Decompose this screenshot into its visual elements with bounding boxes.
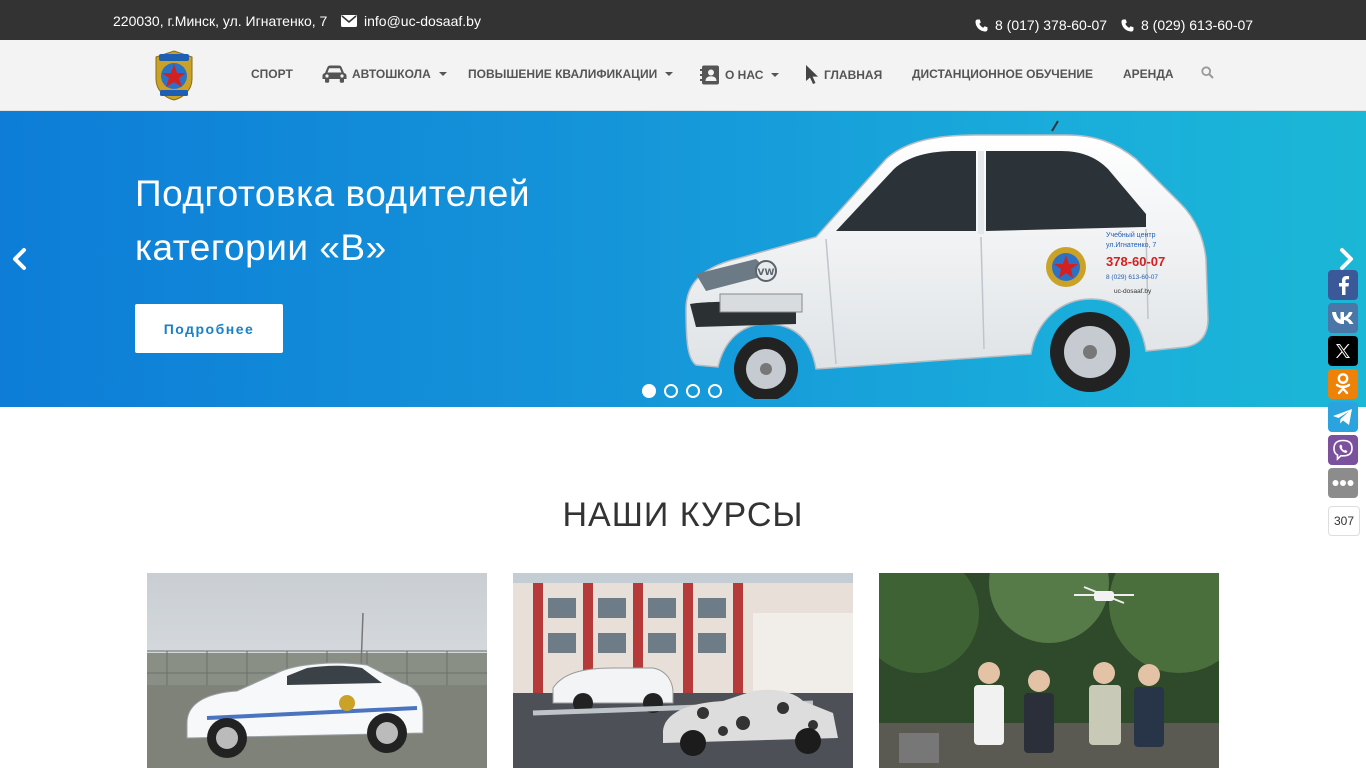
chevron-left-icon[interactable]: [10, 247, 30, 271]
slide-dot-4[interactable]: [708, 384, 722, 398]
courses-heading: НАШИ КУРСЫ: [562, 496, 804, 534]
car-image: VW Учебный центр ул.Игнатенко, 7 378-60-…: [685, 120, 1209, 399]
x-icon[interactable]: [1328, 336, 1358, 366]
course-image-1[interactable]: [147, 573, 487, 768]
car-decal-phone: 378-60-07: [1106, 254, 1165, 269]
email-link[interactable]: info@uc-dosaaf.by: [341, 13, 481, 29]
odnoklassniki-icon[interactable]: [1328, 369, 1358, 399]
phone-icon: [975, 19, 988, 31]
nav-autoschool-label: АВТОШКОЛА: [352, 66, 431, 81]
nav-about-label: О НАС: [725, 68, 764, 82]
main-navbar: СПОРТ АВТОШКОЛА ПОВЫШЕНИЕ КВАЛИФИКАЦИИ О…: [0, 40, 1366, 111]
nav-about[interactable]: О НАС: [700, 65, 780, 85]
nav-sport[interactable]: СПОРТ: [251, 67, 293, 81]
phone-link-2[interactable]: 8 (029) 613-60-07: [1121, 17, 1253, 33]
phone-text-2: 8 (029) 613-60-07: [1141, 17, 1254, 33]
nav-qualification-label: ПОВЫШЕНИЕ КВАЛИФИКАЦИИ: [468, 67, 658, 81]
car-icon: [322, 65, 347, 83]
phone-icon: [1121, 19, 1134, 31]
dosaaf-logo[interactable]: [152, 49, 196, 101]
course-image-3[interactable]: [879, 573, 1219, 768]
chevron-down-icon: [665, 72, 674, 76]
cursor-icon: [806, 65, 818, 84]
email-text: info@uc-dosaaf.by: [364, 13, 481, 29]
hero-title: Подготовка водителей категории «В»: [135, 167, 655, 275]
nav-autoschool[interactable]: АВТОШКОЛА: [322, 64, 447, 83]
top-bar: 220030, г.Минск, ул. Игнатенко, 7 info@u…: [0, 0, 1366, 40]
hero-title-line-2: категории «В»: [135, 227, 387, 268]
slider-dots: [642, 384, 722, 398]
more-button[interactable]: Подробнее: [135, 304, 283, 353]
slide-dot-2[interactable]: [664, 384, 678, 398]
nav-sport-label: СПОРТ: [251, 67, 293, 81]
nav-home[interactable]: ГЛАВНАЯ: [805, 64, 882, 85]
nav-distance-learning[interactable]: ДИСТАНЦИОННОЕ ОБУЧЕНИЕ: [912, 67, 1093, 81]
social-share-bar: [1328, 270, 1358, 498]
address-text: 220030, г.Минск, ул. Игнатенко, 7: [113, 13, 328, 29]
hero-slider: Подготовка водителей категории «В» Подро…: [0, 111, 1366, 407]
chevron-right-icon[interactable]: [1336, 247, 1356, 271]
chevron-down-icon: [771, 73, 780, 77]
slide-dot-3[interactable]: [686, 384, 700, 398]
svg-text:VW: VW: [758, 268, 775, 278]
car-decal-phone-b: 8 (029) 613-60-07: [1106, 274, 1158, 281]
telegram-icon[interactable]: [1328, 402, 1358, 432]
car-decal-site: uc-dosaaf.by: [1114, 288, 1152, 295]
car-decal-line-2: ул.Игнатенко, 7: [1106, 242, 1156, 249]
slide-dot-1[interactable]: [642, 384, 656, 398]
vk-icon[interactable]: [1328, 303, 1358, 333]
contact-card-icon: [700, 65, 719, 85]
nav-rent-label: АРЕНДА: [1123, 67, 1174, 81]
chevron-down-icon: [438, 71, 447, 76]
nav-home-label: ГЛАВНАЯ: [824, 67, 883, 82]
envelope-icon: [341, 15, 357, 27]
phone-text-1: 8 (017) 378-60-07: [995, 17, 1108, 33]
search-icon[interactable]: [1201, 66, 1214, 79]
course-image-2[interactable]: [513, 573, 853, 768]
nav-distance-learning-label: ДИСТАНЦИОННОЕ ОБУЧЕНИЕ: [912, 67, 1094, 81]
viber-icon[interactable]: [1328, 435, 1358, 465]
more-icon[interactable]: [1328, 468, 1358, 498]
phone-link-1[interactable]: 8 (017) 378-60-07: [975, 17, 1107, 33]
nav-qualification[interactable]: ПОВЫШЕНИЕ КВАЛИФИКАЦИИ: [468, 67, 674, 81]
facebook-icon[interactable]: [1328, 270, 1358, 300]
car-decal-line-1: Учебный центр: [1106, 231, 1156, 239]
hero-title-line-1: Подготовка водителей: [135, 173, 530, 214]
nav-rent[interactable]: АРЕНДА: [1123, 67, 1174, 81]
